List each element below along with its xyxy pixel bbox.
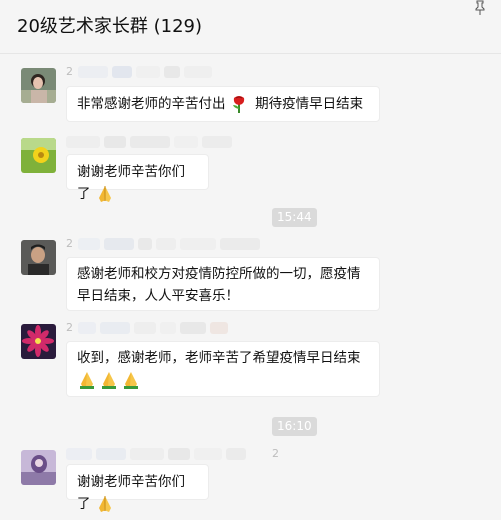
emoji-row [77, 369, 369, 393]
chat-header: 20级艺术家长群 (129) [0, 0, 501, 54]
sender-name: 2 [66, 237, 296, 252]
pin-icon[interactable] [473, 0, 487, 16]
message-text: 非常感谢老师的辛苦付出 [77, 96, 226, 112]
sender-name: 2 [66, 65, 296, 80]
praying-hands-icon [98, 186, 111, 202]
timestamp: 15:44 [272, 208, 317, 227]
message-text: 谢谢老师辛苦你们了 [77, 164, 185, 202]
avatar[interactable] [21, 138, 56, 173]
avatar[interactable] [21, 68, 56, 103]
message-bubble[interactable]: 非常感谢老师的辛苦付出 期待疫情早日结束 [66, 86, 380, 122]
praying-hands-icon [124, 372, 138, 389]
message-text-line-2: 早日结束，人人平安喜乐！ [77, 288, 239, 304]
message-text-line-1: 感谢老师和校方对疫情防控所做的一切，愿疫情 [77, 266, 361, 282]
avatar[interactable] [21, 324, 56, 359]
praying-hands-icon [98, 496, 111, 512]
sender-name: 2 [66, 447, 296, 462]
rose-icon [232, 96, 244, 113]
sender-name: 2 [66, 321, 296, 336]
message-text: 谢谢老师辛苦你们了 [77, 474, 185, 512]
timestamp: 16:10 [272, 417, 317, 436]
message-text-line-1: 收到，感谢老师，老师辛苦了希望疫情早日结束 [77, 350, 361, 366]
message-bubble[interactable]: 谢谢老师辛苦你们了 [66, 154, 209, 202]
praying-hands-icon [102, 372, 116, 389]
message-text-2: 期待疫情早日结束 [255, 96, 364, 112]
message-bubble[interactable]: 感谢老师和校方对疫情防控所做的一切，愿疫情 早日结束，人人平安喜乐！ [66, 257, 380, 311]
message-bubble[interactable]: 谢谢老师辛苦你们了 [66, 464, 209, 512]
chat-title: 20级艺术家长群 (129) [17, 16, 203, 37]
avatar[interactable] [21, 240, 56, 275]
avatar[interactable] [21, 450, 56, 485]
sender-name [66, 136, 296, 150]
praying-hands-icon [80, 372, 94, 389]
message-bubble[interactable]: 收到，感谢老师，老师辛苦了希望疫情早日结束 [66, 341, 380, 397]
